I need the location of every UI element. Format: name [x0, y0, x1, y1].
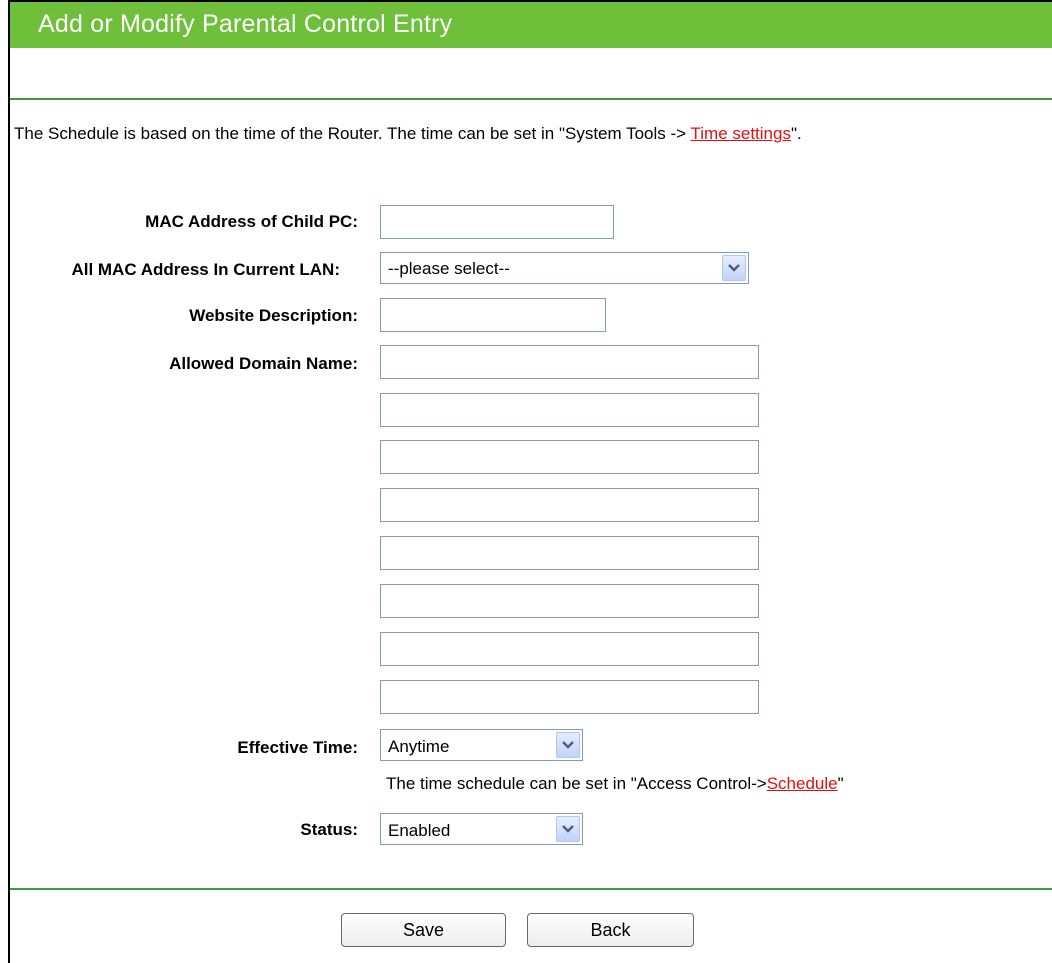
chevron-down-icon [728, 264, 740, 272]
allowed-domain-input-6[interactable] [380, 584, 759, 618]
notice-suffix: ". [790, 124, 802, 143]
schedule-hint-text: The time schedule can be set in "Access … [386, 774, 767, 793]
status-select[interactable]: Enabled [380, 813, 583, 845]
effective-time-label: Effective Time: [237, 738, 358, 757]
allowed-domain-input-2[interactable] [380, 393, 759, 427]
save-button[interactable]: Save [341, 913, 506, 947]
time-settings-link[interactable]: Time settings [691, 124, 791, 143]
all-mac-select[interactable]: --please select-- [380, 252, 749, 284]
chevron-down-icon [562, 825, 574, 833]
schedule-link[interactable]: Schedule [767, 774, 838, 793]
status-selected: Enabled [388, 821, 451, 840]
allowed-domain-input-1[interactable] [380, 345, 759, 379]
notice-text: The Schedule is based on the time of the… [14, 124, 691, 143]
mac-address-label: MAC Address of Child PC: [145, 212, 358, 231]
allowed-domain-input-3[interactable] [380, 440, 759, 474]
status-label: Status: [300, 820, 358, 839]
effective-time-select[interactable]: Anytime [380, 729, 583, 761]
title-bar: Add or Modify Parental Control Entry [10, 2, 1052, 48]
page-title: Add or Modify Parental Control Entry [38, 10, 453, 38]
allowed-domain-input-4[interactable] [380, 488, 759, 522]
website-description-label: Website Description: [189, 306, 358, 325]
dropdown-button[interactable] [556, 732, 580, 758]
mac-address-input[interactable] [380, 205, 614, 239]
all-mac-selected: --please select-- [388, 259, 510, 278]
allowed-domain-input-5[interactable] [380, 536, 759, 570]
schedule-hint-suffix: " [837, 774, 844, 793]
chevron-down-icon [562, 741, 574, 749]
dropdown-button[interactable] [556, 816, 580, 842]
allowed-domain-label: Allowed Domain Name: [169, 354, 358, 373]
dropdown-button[interactable] [722, 255, 746, 281]
website-description-input[interactable] [380, 298, 606, 332]
all-mac-label: All MAC Address In Current LAN: [71, 260, 340, 279]
back-button[interactable]: Back [527, 913, 694, 947]
schedule-notice: The Schedule is based on the time of the… [14, 124, 802, 144]
divider-bottom [10, 888, 1052, 890]
schedule-hint: The time schedule can be set in "Access … [386, 774, 844, 794]
divider-top [10, 98, 1052, 100]
allowed-domain-input-8[interactable] [380, 680, 759, 714]
allowed-domain-input-7[interactable] [380, 632, 759, 666]
effective-time-selected: Anytime [388, 737, 450, 756]
